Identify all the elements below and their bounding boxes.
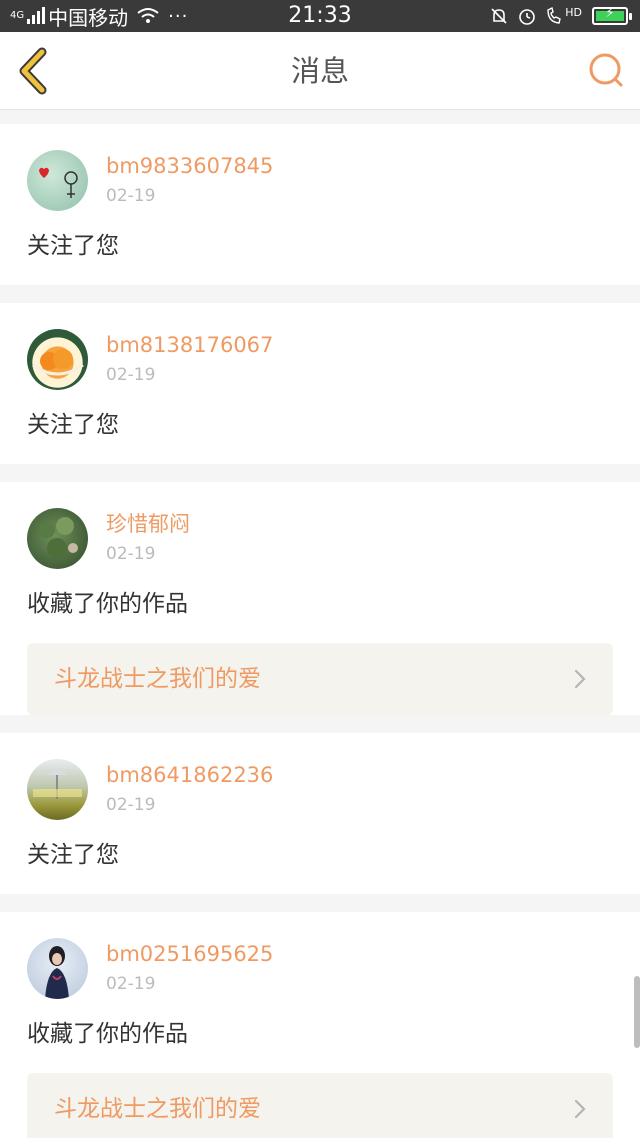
work-link[interactable]: 斗龙战士之我们的爱 bbox=[27, 643, 613, 715]
avatar[interactable] bbox=[27, 759, 88, 820]
message-date: 02-19 bbox=[106, 185, 156, 206]
message-item[interactable]: bm8138176067 02-19 关注了您 bbox=[0, 303, 640, 464]
battery-icon: ⚡ bbox=[592, 6, 632, 25]
message-date: 02-19 bbox=[106, 543, 156, 564]
hd-label: HD bbox=[565, 5, 582, 19]
message-action: 收藏了你的作品 bbox=[27, 1021, 188, 1047]
search-icon[interactable] bbox=[586, 50, 626, 90]
message-list: bm9833607845 02-19 关注了您 bm8138176067 02-… bbox=[0, 124, 640, 1138]
username[interactable]: bm8641862236 bbox=[106, 761, 273, 789]
username[interactable]: bm0251695625 bbox=[106, 940, 273, 968]
avatar[interactable] bbox=[27, 938, 88, 999]
avatar[interactable] bbox=[27, 329, 88, 390]
page-title: 消息 bbox=[290, 54, 349, 88]
status-bar: 4G 中国移动 ··· 21:33 HD ⚡ bbox=[0, 0, 640, 32]
message-action: 收藏了你的作品 bbox=[27, 591, 188, 617]
avatar[interactable] bbox=[27, 508, 88, 569]
username[interactable]: 珍惜郁闷 bbox=[106, 510, 190, 538]
message-action: 关注了您 bbox=[27, 842, 119, 868]
message-date: 02-19 bbox=[106, 794, 156, 815]
message-action: 关注了您 bbox=[27, 412, 119, 438]
message-date: 02-19 bbox=[106, 973, 156, 994]
chevron-right-icon bbox=[574, 1099, 586, 1119]
alarm-icon bbox=[519, 9, 536, 25]
avatar[interactable] bbox=[27, 150, 88, 211]
chevron-right-icon bbox=[574, 669, 586, 689]
mute-bell-icon bbox=[491, 8, 507, 24]
status-right: HD ⚡ bbox=[489, 0, 632, 32]
message-action: 关注了您 bbox=[27, 233, 119, 259]
message-item[interactable]: bm8641862236 02-19 关注了您 bbox=[0, 733, 640, 894]
message-item[interactable]: bm0251695625 02-19 收藏了你的作品 斗龙战士之我们的爱 bbox=[0, 912, 640, 1138]
username[interactable]: bm9833607845 bbox=[106, 152, 273, 180]
work-title: 斗龙战士之我们的爱 bbox=[54, 666, 261, 692]
message-date: 02-19 bbox=[106, 364, 156, 385]
message-item[interactable]: 珍惜郁闷 02-19 收藏了你的作品 斗龙战士之我们的爱 bbox=[0, 482, 640, 715]
work-title: 斗龙战士之我们的爱 bbox=[54, 1096, 261, 1122]
nav-header: 消息 bbox=[0, 32, 640, 110]
username[interactable]: bm8138176067 bbox=[106, 331, 273, 359]
scrollbar[interactable] bbox=[634, 976, 640, 1048]
work-link[interactable]: 斗龙战士之我们的爱 bbox=[27, 1073, 613, 1138]
message-item[interactable]: bm9833607845 02-19 关注了您 bbox=[0, 124, 640, 285]
